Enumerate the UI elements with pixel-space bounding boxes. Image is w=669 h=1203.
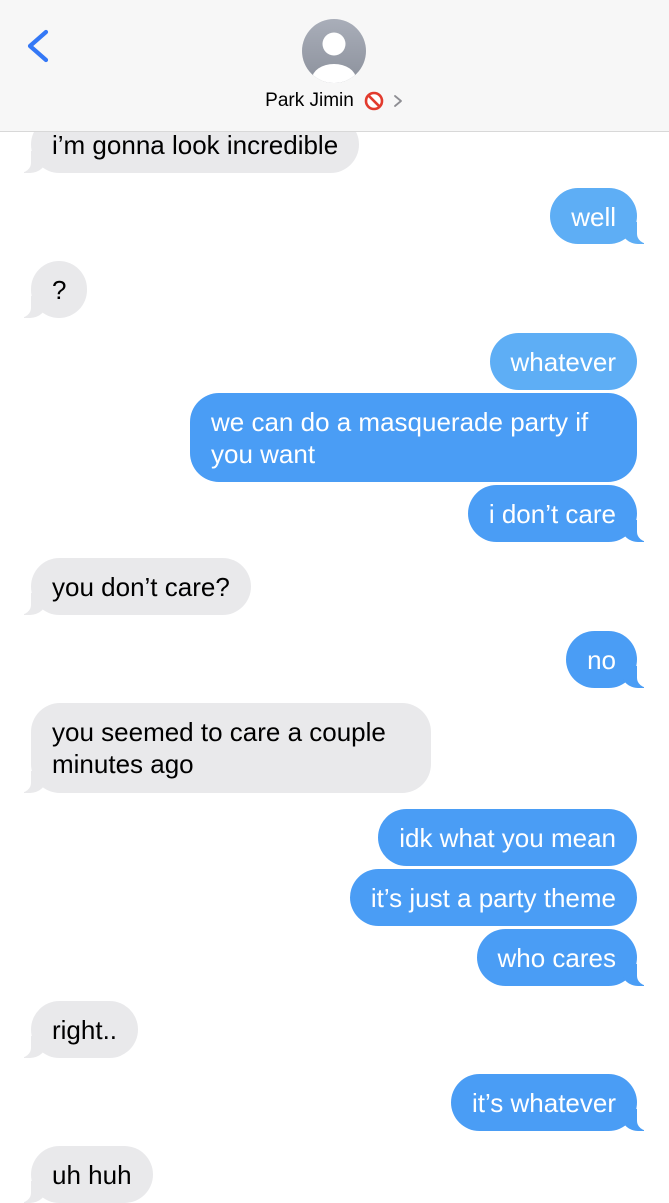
person-silhouette-icon: [312, 32, 356, 83]
message-thread[interactable]: i’m gonna look incredible well ? whateve…: [0, 0, 669, 1203]
message-bubble-outgoing[interactable]: who cares: [476, 929, 663, 986]
message-bubble-incoming[interactable]: ?: [4, 261, 88, 318]
message-bubble-outgoing[interactable]: idk what you mean: [378, 809, 637, 866]
message-bubble-outgoing[interactable]: it’s just a party theme: [349, 869, 637, 926]
back-button[interactable]: [20, 24, 60, 68]
message-bubble-incoming[interactable]: you seemed to care a couple minutes ago: [5, 703, 431, 793]
contact-name: Park Jimin: [265, 90, 354, 111]
no-entry-icon: [364, 91, 384, 111]
conversation-header: Park Jimin: [0, 0, 669, 132]
message-bubble-outgoing[interactable]: we can do a masquerade party if you want: [190, 393, 637, 482]
contact-name-row[interactable]: Park Jimin: [0, 88, 669, 114]
message-bubble-outgoing[interactable]: no: [566, 631, 663, 688]
message-bubble-outgoing[interactable]: i don’t care: [467, 485, 664, 542]
message-bubble-outgoing[interactable]: well: [550, 188, 663, 244]
avatar[interactable]: [302, 19, 366, 83]
chevron-left-icon: [27, 29, 49, 63]
message-bubble-outgoing[interactable]: whatever: [489, 333, 637, 390]
message-bubble-incoming[interactable]: you don’t care?: [5, 558, 251, 615]
chevron-right-icon: [393, 95, 402, 107]
message-bubble-incoming[interactable]: uh huh: [5, 1146, 153, 1203]
message-bubble-incoming[interactable]: right..: [4, 1001, 139, 1058]
message-bubble-outgoing[interactable]: it’s whatever: [450, 1074, 664, 1131]
